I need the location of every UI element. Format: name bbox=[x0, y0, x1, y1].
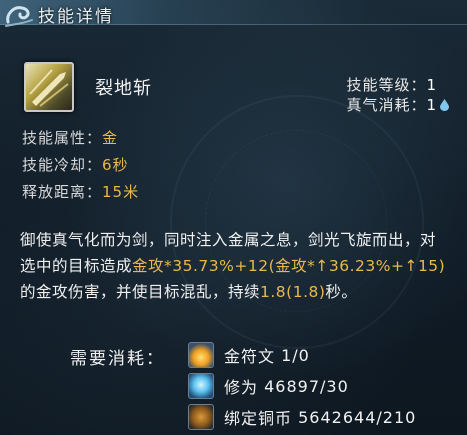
window-title: 技能详情 bbox=[38, 7, 114, 27]
bound-copper-coin-icon[interactable] bbox=[188, 404, 214, 430]
title-bar[interactable]: 技能详情 bbox=[0, 0, 467, 27]
cost-item-amount: 5642644/210 bbox=[298, 407, 417, 427]
skill-range-value: 15米 bbox=[102, 183, 140, 201]
skill-level: 技能等级：1 bbox=[346, 74, 449, 95]
skill-name: 裂地斩 bbox=[95, 78, 152, 99]
confuse-duration: 1.8(1.8) bbox=[260, 283, 326, 301]
cost-item-amount: 1/0 bbox=[281, 345, 310, 365]
skill-cooldown-value: 6秒 bbox=[102, 156, 129, 174]
description-text-2: 的金攻伤害，并使目标混乱，持续 bbox=[20, 283, 261, 301]
skill-level-label: 技能等级： bbox=[346, 76, 427, 94]
skill-description: 御使真气化而为剑，同时注入金属之息，剑光飞旋而出，对选中的目标造成金攻*35.7… bbox=[20, 227, 450, 305]
cost-item-name: 修为 bbox=[224, 378, 259, 397]
cost-item-amount: 46897/30 bbox=[264, 376, 349, 396]
skill-attribute: 技能属性：金 bbox=[22, 127, 118, 148]
cost-item-bound-copper: 绑定铜币 5642644/210 bbox=[188, 403, 416, 431]
skill-cooldown-label: 技能冷却： bbox=[22, 156, 103, 174]
sword-slash-icon bbox=[29, 69, 69, 107]
qi-cost-label: 真气消耗： bbox=[346, 96, 427, 114]
cost-item-golden-rune: 金符文 1/0 bbox=[188, 341, 310, 369]
skill-cooldown: 技能冷却：6秒 bbox=[22, 154, 129, 175]
skill-attribute-value: 金 bbox=[102, 129, 119, 147]
skill-detail-panel: 技能详情 裂地斩 技能等级：1 真气消耗：1 技能属性：金 技能冷却：6秒 释放… bbox=[0, 0, 467, 435]
skill-level-value: 1 bbox=[426, 76, 437, 94]
water-drop-icon bbox=[440, 99, 449, 111]
cost-item-cultivation: 修为 46897/30 bbox=[188, 372, 349, 400]
qi-cost: 真气消耗：1 bbox=[346, 94, 449, 115]
cultivation-crystal-icon[interactable] bbox=[188, 373, 214, 399]
cost-label: 需要消耗： bbox=[70, 349, 165, 369]
golden-rune-icon[interactable] bbox=[188, 342, 214, 368]
qi-cost-value: 1 bbox=[426, 96, 437, 114]
cloud-swirl-icon bbox=[5, 6, 33, 27]
description-text-3: 秒。 bbox=[325, 283, 358, 301]
skill-icon bbox=[24, 62, 74, 112]
skill-range-label: 释放距离： bbox=[22, 183, 103, 201]
cost-item-name: 金符文 bbox=[224, 347, 276, 366]
skill-range: 释放距离：15米 bbox=[22, 181, 139, 202]
cost-item-name: 绑定铜币 bbox=[224, 409, 293, 428]
skill-attribute-label: 技能属性： bbox=[22, 129, 103, 147]
damage-formula: 金攻*35.73%+12(金攻*↑36.23%+↑15) bbox=[132, 257, 446, 275]
